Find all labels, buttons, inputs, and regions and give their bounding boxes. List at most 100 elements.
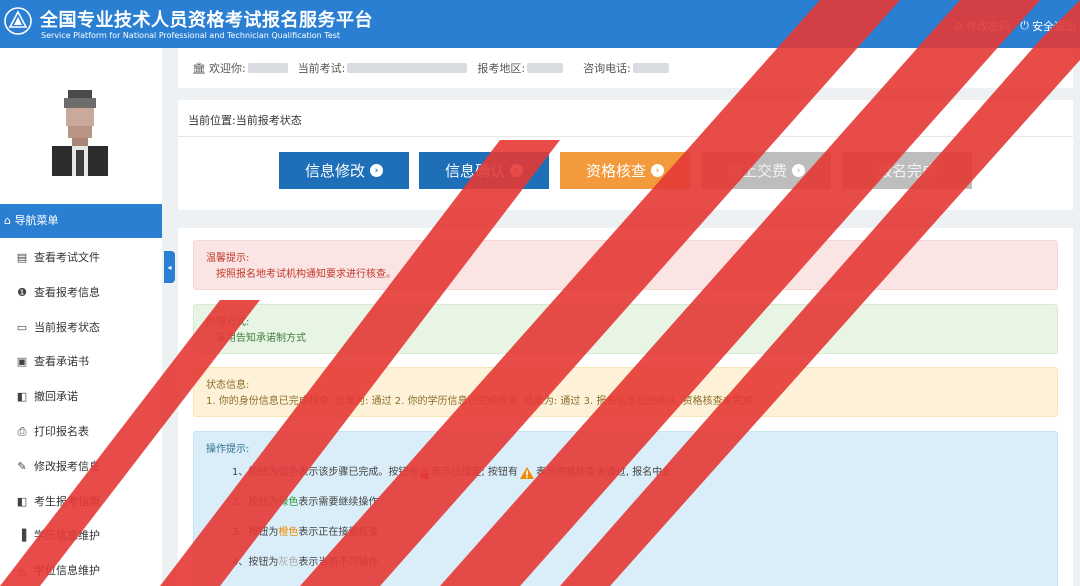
- platform-logo-icon: [4, 7, 32, 35]
- method-alert: 办理方式: 采用告知承诺制方式: [193, 304, 1058, 354]
- file-icon: ▤: [16, 251, 28, 264]
- change-password-label: 修改密码: [966, 20, 1011, 33]
- current-exam-label: 当前考试:: [297, 62, 346, 75]
- chevron-right-icon: ›: [651, 164, 664, 177]
- book-icon: ◧: [16, 494, 28, 508]
- sidebar-item-label: 查看承诺书: [34, 355, 89, 369]
- edit-icon: ✎: [17, 459, 27, 473]
- warm-tip-alert: 温馨提示: 按照报名地考试机构通知要求进行核查。: [193, 240, 1058, 290]
- redacted-exam: [347, 63, 468, 73]
- logout-link[interactable]: ⏻ 安全退出: [1020, 18, 1076, 34]
- graduation-cap-icon: ◬: [17, 564, 27, 578]
- sidebar-item-label: 查看考试文件: [34, 251, 100, 264]
- phone-label: 咨询电话:: [583, 62, 631, 75]
- sidebar-item-label: 撤回承诺: [34, 390, 78, 404]
- status-panel: 当前位置:当前报考状态 信息修改 › 信息确认 › 资格核查 › 网上交费 › 报名完成: [178, 100, 1073, 210]
- breadcrumb-divider: [178, 136, 1073, 137]
- sidebar-item-4[interactable]: ▣ 查看承诺书: [0, 345, 162, 379]
- power-icon: ⏻: [1020, 19, 1029, 32]
- sidebar: ⌂ 导航菜单 ▤ 查看考试文件 ❶ 查看报考信息 ▭ 当前报考状态 ▣ 查看承诺书 ◧ 撤回承诺 ⎙…: [0, 48, 162, 586]
- document-icon: ▐: [17, 529, 27, 543]
- region-label: 报考地区:: [477, 62, 526, 75]
- step-label: 资格核查: [585, 162, 646, 180]
- content-panel: 温馨提示: 按照报名地考试机构通知要求进行核查。 办理方式: 采用告知承诺制方式…: [178, 228, 1073, 586]
- sidebar-item-6[interactable]: ⎙ 打印报名表: [0, 415, 162, 449]
- monitor-icon: ▭: [16, 320, 28, 334]
- user-avatar: [48, 80, 112, 184]
- redacted-phone: [632, 63, 669, 73]
- step-button-2[interactable]: 信息确认 ›: [419, 152, 549, 189]
- settings-icon: ⊘: [954, 19, 964, 33]
- info-icon: ❶: [17, 285, 27, 299]
- tip-line-1: 1、按钮为 蓝色 表示该步骤已完成。按钮有 表示已锁定; 按钮有 表示资格核查未…: [206, 458, 1045, 488]
- sidebar-item-label: 打印报名表: [34, 425, 89, 438]
- step-button-5[interactable]: 报名完成: [842, 152, 972, 189]
- home-icon: ⌂: [4, 214, 11, 227]
- warning-icon: [519, 467, 534, 479]
- book-icon: ◧: [16, 390, 28, 404]
- sidebar-item-2[interactable]: ❶ 查看报考信息: [0, 276, 162, 310]
- sidebar-item-9[interactable]: ▐ 学历信息维护: [0, 519, 162, 553]
- sidebar-item-10[interactable]: ◬ 学位信息维护: [0, 554, 162, 586]
- sidebar-item-label: 当前报考状态: [34, 320, 100, 334]
- step-label: 信息确认: [444, 162, 505, 180]
- tip1-text-a: 1、按钮为: [232, 467, 279, 478]
- method-body: 采用告知承诺制方式: [216, 333, 306, 344]
- sidebar-item-label: 学历信息维护: [34, 529, 100, 543]
- platform-subtitle: Service Platform for National Profession…: [41, 31, 341, 40]
- tip1-text-c: 表示已锁定; 按钮有: [431, 467, 518, 478]
- tip3-text-b: 表示正在接受核查: [298, 527, 379, 538]
- step-label: 信息修改: [304, 162, 365, 180]
- sidebar-item-3[interactable]: ▭ 当前报考状态: [0, 311, 162, 345]
- sidebar-item-1[interactable]: ▤ 查看考试文件: [0, 241, 162, 275]
- sidebar-item-8[interactable]: ◧ 考生报考指南: [0, 485, 162, 519]
- sidebar-item-label: 修改报考信息: [34, 459, 100, 473]
- tip3-text-a: 3、按钮为: [232, 527, 279, 538]
- status-info-alert: 状态信息: 1. 你的身份信息已完成核查, 结果为: 通过 2. 你的学历信息已…: [193, 367, 1058, 417]
- status-title: 状态信息:: [206, 380, 250, 391]
- chevron-right-icon: ›: [792, 164, 805, 177]
- change-password-link[interactable]: ⊘ 修改密码: [954, 18, 1010, 34]
- welcome-label: 欢迎你:: [208, 62, 246, 75]
- tip4-text-b: 表示当前不可操作: [298, 557, 379, 568]
- tip2-text-b: 表示需要继续操作: [298, 497, 379, 508]
- tip2-green-text: 绿色: [278, 497, 299, 508]
- chevron-right-icon: ›: [510, 164, 523, 177]
- step-button-4[interactable]: 网上交费 ›: [701, 152, 831, 189]
- step-label: 报名完成: [876, 162, 937, 180]
- operation-tips-alert: 操作提示: 1、按钮为 蓝色 表示该步骤已完成。按钮有 表示已锁定; 按钮有 表…: [193, 431, 1058, 586]
- tip2-text-a: 2、按钮为: [232, 497, 279, 508]
- user-info-bar: 🏛 欢迎你: 当前考试: 报考地区: 咨询电话:: [178, 48, 1073, 88]
- warm-tip-title: 温馨提示:: [206, 253, 250, 264]
- sidebar-item-label: 学位信息维护: [34, 564, 100, 578]
- sidebar-item-7[interactable]: ✎ 修改报考信息: [0, 450, 162, 484]
- nav-menu-title: 导航菜单: [14, 214, 59, 227]
- bank-icon: 🏛: [192, 61, 206, 75]
- tip-line-2: 2、按钮为 绿色 表示需要继续操作: [206, 488, 1045, 518]
- logout-label: 安全退出: [1032, 20, 1076, 33]
- ops-title: 操作提示:: [206, 444, 250, 455]
- card-icon: ▣: [16, 355, 28, 369]
- header-actions: ⊘ 修改密码 ⏻ 安全退出: [954, 18, 1076, 34]
- sidebar-item-5[interactable]: ◧ 撤回承诺: [0, 380, 162, 414]
- breadcrumb: 当前位置:当前报考状态: [188, 114, 302, 127]
- step-label: 网上交费: [726, 162, 787, 180]
- chevron-right-icon: ›: [370, 164, 383, 177]
- step-button-1[interactable]: 信息修改 ›: [279, 152, 409, 189]
- status-body: 1. 你的身份信息已完成核查, 结果为: 通过 2. 你的学历信息已完成核查, …: [206, 396, 763, 407]
- tip4-gray-text: 灰色: [278, 557, 299, 568]
- tip-line-4: 4、按钮为 灰色 表示当前不可操作: [206, 548, 1045, 578]
- sidebar-item-label: 查看报考信息: [34, 285, 100, 299]
- tip1-text-b: 表示该步骤已完成。按钮有: [298, 467, 419, 478]
- nav-menu-header: ⌂ 导航菜单: [0, 204, 162, 238]
- platform-title: 全国专业技术人员资格考试报名服务平台: [40, 10, 373, 31]
- method-title: 办理方式:: [206, 317, 250, 328]
- sidebar-item-label: 考生报考指南: [34, 494, 100, 508]
- lock-icon: [420, 467, 429, 479]
- tip1-blue-text: 蓝色: [278, 467, 299, 478]
- tip-line-3: 3、按钮为 橙色 表示正在接受核查: [206, 518, 1045, 548]
- sidebar-collapse-button[interactable]: ◂: [164, 251, 175, 283]
- redacted-name: [247, 63, 288, 73]
- step-button-3[interactable]: 资格核查 ›: [560, 152, 690, 189]
- print-icon: ⎙: [17, 425, 27, 438]
